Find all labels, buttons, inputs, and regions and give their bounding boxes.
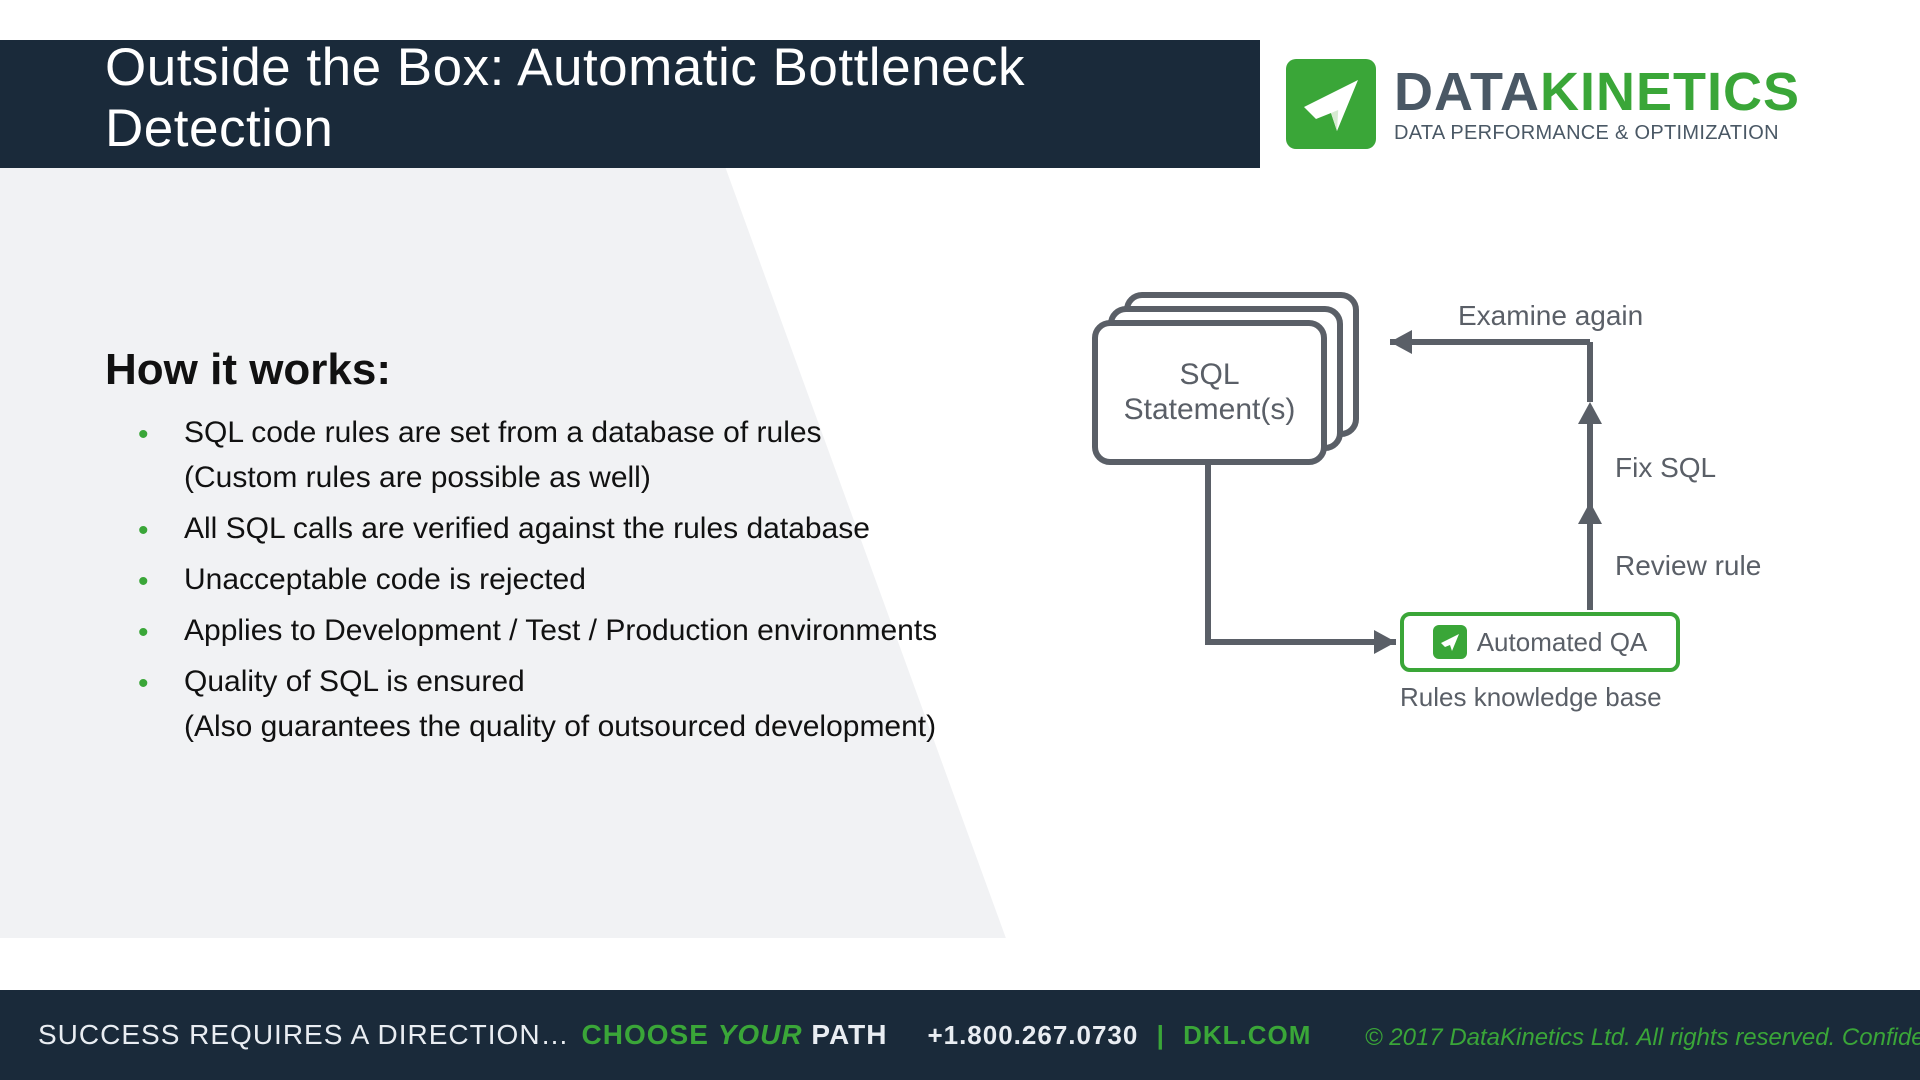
diagram-arrows xyxy=(1090,282,1850,802)
footer-tagline: SUCCESS REQUIRES A DIRECTION… xyxy=(38,1019,570,1051)
footer-separator: | xyxy=(1157,1020,1165,1050)
list-item: All SQL calls are verified against the r… xyxy=(138,506,1118,551)
list-item: Applies to Development / Test / Producti… xyxy=(138,608,1118,653)
list-item: SQL code rules are set from a database o… xyxy=(138,410,1118,500)
list-item: Quality of SQL is ensured(Also guarantee… xyxy=(138,659,1118,749)
section-heading: How it works: xyxy=(105,345,391,395)
paper-plane-icon xyxy=(1286,59,1376,149)
footer-phone: +1.800.267.0730 xyxy=(927,1020,1138,1050)
list-item: Unacceptable code is rejected xyxy=(138,557,1118,602)
workflow-diagram: SQLStatement(s) Examine again Fix SQL Re… xyxy=(1090,282,1850,802)
footer-bar: SUCCESS REQUIRES A DIRECTION… CHOOSE YOU… xyxy=(0,990,1920,1080)
footer-contact: +1.800.267.0730 | DKL.COM xyxy=(927,1020,1311,1051)
slide-title-line2: Detection xyxy=(105,99,1025,160)
brand-word-1: DATA xyxy=(1394,62,1540,122)
label-fix-sql: Fix SQL xyxy=(1615,452,1716,484)
paper-plane-icon xyxy=(1433,625,1467,659)
automated-qa-box: Automated QA xyxy=(1400,612,1680,672)
slide: Outside the Box: Automatic Bottleneck De… xyxy=(0,0,1920,1080)
brand-tagline: DATA PERFORMANCE & OPTIMIZATION xyxy=(1394,123,1800,143)
slide-title-line1: Outside the Box: Automatic Bottleneck xyxy=(105,38,1025,99)
brand-wordmark: DATAKINETICS DATA PERFORMANCE & OPTIMIZA… xyxy=(1394,65,1800,143)
slide-title: Outside the Box: Automatic Bottleneck De… xyxy=(105,38,1025,160)
label-review-rule: Review rule xyxy=(1615,550,1761,582)
footer-choose-path: CHOOSE YOUR PATH xyxy=(582,1019,888,1051)
qa-label: Automated QA xyxy=(1477,627,1648,658)
brand-word-2: KINETICS xyxy=(1540,62,1800,122)
footer-site: DKL.COM xyxy=(1183,1020,1311,1050)
footer-copyright: © 2017 DataKinetics Ltd. All rights rese… xyxy=(1365,1024,1920,1052)
label-examine-again: Examine again xyxy=(1458,300,1643,332)
label-knowledge-base: Rules knowledge base xyxy=(1400,682,1662,713)
bullet-list: SQL code rules are set from a database o… xyxy=(138,410,1118,755)
brand-logo: DATAKINETICS DATA PERFORMANCE & OPTIMIZA… xyxy=(1260,40,1920,168)
